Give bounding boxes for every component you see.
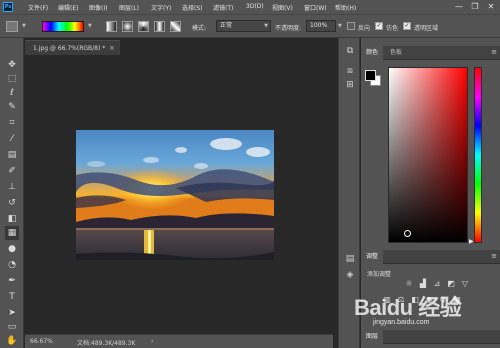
tab-color[interactable]: 颜色	[361, 46, 384, 60]
foreground-color-swatch[interactable]	[365, 70, 376, 81]
menu-file[interactable]: 文件(F)	[28, 3, 48, 12]
gradient-icon[interactable]: ▦	[5, 226, 19, 240]
crop-icon[interactable]: ⌗	[5, 116, 19, 130]
color-picker-field[interactable]	[388, 67, 468, 243]
libraries-panel-icon[interactable]: ▤	[343, 252, 357, 266]
panel-menu-icon[interactable]: ≡	[491, 252, 497, 260]
clone-stamp-icon[interactable]: ⊥	[5, 180, 19, 194]
history-panel-icon[interactable]: ⧉	[343, 44, 357, 58]
exposure-icon[interactable]: ◩	[445, 278, 457, 290]
menu-filter[interactable]: 滤镜(T)	[213, 3, 233, 12]
close-icon[interactable]: ×	[109, 44, 115, 52]
reverse-label: 反向	[358, 25, 371, 32]
diamond-gradient-icon[interactable]	[170, 21, 181, 32]
opacity-input[interactable]: 100%	[306, 20, 336, 32]
dither-label: 仿色	[386, 25, 399, 32]
document-tab-label: 1.jpg @ 66.7%(RGB/8) *	[33, 45, 106, 52]
menu-image[interactable]: 图像(I)	[89, 3, 107, 12]
brightness-icon[interactable]: ☼	[403, 278, 415, 290]
move-icon[interactable]: ✥	[5, 58, 19, 72]
quick-select-icon[interactable]: ✎	[5, 100, 19, 114]
type-icon[interactable]: T	[5, 290, 19, 304]
reverse-checkbox[interactable]	[347, 22, 355, 30]
mode-select[interactable]: 正常 ▼	[216, 20, 271, 32]
tool-preset-chevron-icon[interactable]: ▼	[22, 23, 26, 29]
sunset-photo	[76, 130, 274, 260]
layers-panel-tabs: 图层	[361, 330, 500, 344]
dither-checkbox[interactable]: ✓	[375, 22, 383, 30]
toolbar: ✥ ⬚ ℓ ✎ ⌗ ⁄ ▤ ✐ ⊥ ↺ ◧ ▦ ● ◔ ✒ T ➤ ▭ ✋	[0, 38, 24, 348]
pen-icon[interactable]: ✒	[5, 274, 19, 288]
adjustments-title: 添加调整	[367, 271, 392, 278]
options-bar: ▼ ▼ 模式: 正常 ▼ 不透明度: 100% ▼ 反向 ✓ 仿色 ✓ 透明区域	[0, 14, 500, 38]
tab-layers[interactable]: 图层	[361, 330, 384, 344]
mode-label: 模式:	[192, 25, 207, 32]
minimize-button[interactable]: —	[452, 1, 466, 12]
color-picker-cursor[interactable]	[404, 230, 411, 237]
menu-bar: Ps 文件(F) 编辑(E) 图像(I) 图层(L) 文字(Y) 选择(S) 滤…	[0, 0, 500, 14]
linear-gradient-icon[interactable]	[106, 21, 117, 32]
menu-3d[interactable]: 3D(D)	[246, 3, 264, 10]
restore-button[interactable]: ❐	[468, 1, 482, 12]
menu-window[interactable]: 窗口(W)	[304, 3, 327, 12]
history-brush-icon[interactable]: ↺	[5, 196, 19, 210]
info-panel-icon[interactable]: ◈	[343, 268, 357, 282]
canvas-image[interactable]	[76, 130, 274, 260]
properties-panel-icon[interactable]: ⧈	[343, 64, 357, 78]
lasso-icon[interactable]: ℓ	[5, 86, 19, 100]
opacity-value: 100%	[310, 22, 328, 29]
transparency-checkbox[interactable]: ✓	[403, 22, 411, 30]
status-bar: 66.67% 文档:489.3K/489.3K ›	[25, 334, 333, 348]
eraser-icon[interactable]: ◧	[5, 212, 19, 226]
path-select-icon[interactable]: ➤	[5, 306, 19, 320]
menu-type[interactable]: 文字(Y)	[151, 3, 171, 12]
hue-slider[interactable]	[474, 67, 482, 243]
angle-gradient-icon[interactable]	[138, 21, 149, 32]
adjustments-panel-tabs: 调整 ≡	[361, 250, 500, 264]
document-info[interactable]: 文档:489.3K/489.3K	[77, 338, 135, 347]
hand-icon[interactable]: ✋	[5, 334, 19, 348]
tab-swatches[interactable]: 色板	[385, 46, 407, 60]
photoshop-logo: Ps	[3, 2, 13, 12]
transparency-label: 透明区域	[414, 25, 439, 32]
zoom-level[interactable]: 66.67%	[30, 338, 53, 345]
watermark-url: jingyan.baidu.com	[373, 319, 430, 326]
eyedropper-icon[interactable]: ⁄	[5, 132, 19, 146]
document-tab[interactable]: 1.jpg @ 66.7%(RGB/8) * ×	[25, 40, 120, 55]
curves-icon[interactable]: ⊿	[431, 278, 443, 290]
levels-icon[interactable]: ▟	[417, 278, 429, 290]
blur-icon[interactable]: ●	[5, 242, 19, 256]
opacity-label: 不透明度:	[275, 25, 302, 32]
chevron-down-icon: ▼	[264, 23, 268, 29]
menu-view[interactable]: 视图(V)	[272, 3, 293, 12]
marquee-icon[interactable]: ⬚	[5, 72, 19, 86]
opacity-chevron-icon[interactable]: ▼	[338, 23, 342, 29]
menu-select[interactable]: 选择(S)	[182, 3, 203, 12]
tab-adjustments[interactable]: 调整	[361, 250, 384, 264]
radial-gradient-icon[interactable]	[122, 21, 133, 32]
adjustments-panel-icon[interactable]: ⊞	[343, 78, 357, 92]
menu-edit[interactable]: 编辑(E)	[58, 3, 78, 12]
dodge-icon[interactable]: ◔	[5, 258, 19, 272]
tool-preset-icon[interactable]	[6, 21, 18, 32]
reflected-gradient-icon[interactable]	[154, 21, 165, 32]
brush-icon[interactable]: ✐	[5, 164, 19, 178]
vibrance-icon[interactable]: ▽	[459, 278, 471, 290]
hue-marker-icon[interactable]: ▶	[469, 238, 474, 245]
menu-layer[interactable]: 图层(L)	[119, 3, 139, 12]
color-panel-tabs: 颜色 色板 ≡	[361, 46, 500, 60]
rectangle-icon[interactable]: ▭	[5, 320, 19, 334]
gradient-preview[interactable]	[42, 21, 84, 32]
watermark-logo: Baidu 经验	[354, 295, 462, 320]
chevron-right-icon[interactable]: ›	[151, 338, 153, 345]
menu-help[interactable]: 帮助(H)	[335, 3, 356, 12]
close-window-button[interactable]: ✕	[484, 1, 498, 12]
gradient-chevron-icon[interactable]: ▼	[88, 23, 92, 29]
panel-menu-icon[interactable]: ≡	[491, 48, 497, 56]
healing-brush-icon[interactable]: ▤	[5, 148, 19, 162]
mode-value: 正常	[220, 22, 233, 29]
